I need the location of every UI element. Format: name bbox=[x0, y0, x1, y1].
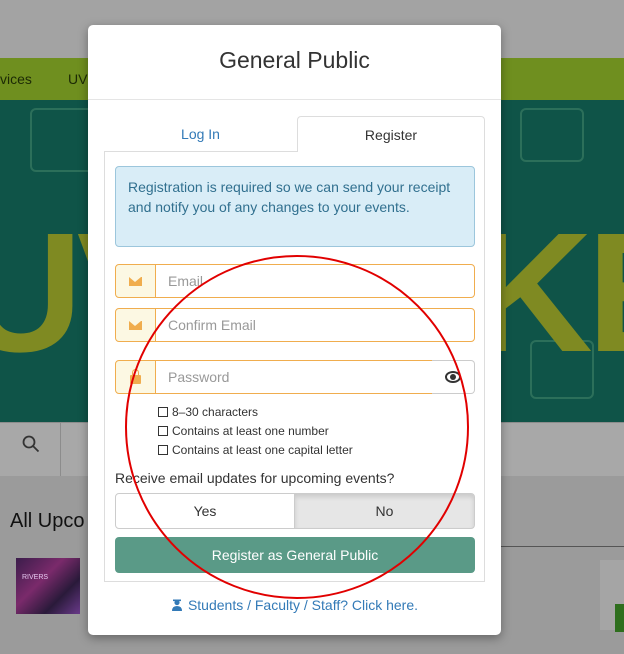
nav-item-services[interactable]: vices bbox=[0, 71, 32, 87]
event-action-button[interactable] bbox=[615, 604, 624, 632]
students-faculty-staff-link[interactable]: Students / Faculty / Staff? Click here. bbox=[188, 597, 418, 613]
registration-info-alert: Registration is required so we can send … bbox=[115, 166, 475, 247]
list-title: All Upco bbox=[10, 510, 85, 532]
email-input[interactable] bbox=[155, 264, 475, 298]
confirm-email-input[interactable] bbox=[155, 308, 475, 342]
checkbox-icon bbox=[158, 444, 168, 455]
password-rule: Contains at least one number bbox=[158, 421, 353, 440]
envelope-icon bbox=[115, 308, 156, 342]
students-link-row: Students / Faculty / Staff? Click here. bbox=[88, 597, 501, 613]
tab-register[interactable]: Register bbox=[297, 116, 485, 152]
checkbox-icon bbox=[158, 425, 168, 436]
nav-item-uv[interactable]: UV bbox=[68, 71, 87, 87]
banner-decoration bbox=[520, 108, 584, 162]
password-rule: 8–30 characters bbox=[158, 402, 353, 421]
search-icon[interactable] bbox=[22, 435, 40, 459]
updates-yes-button[interactable]: Yes bbox=[115, 493, 295, 529]
confirm-email-field-group bbox=[115, 308, 475, 342]
auth-tabs: Log In Register bbox=[104, 116, 485, 152]
event-thumbnail[interactable]: RIVERS bbox=[16, 558, 80, 614]
graduation-cap-icon bbox=[171, 598, 183, 611]
updates-no-button[interactable]: No bbox=[294, 493, 475, 529]
email-field-group bbox=[115, 264, 475, 298]
divider bbox=[500, 546, 624, 547]
modal-title: General Public bbox=[219, 47, 370, 73]
email-updates-label: Receive email updates for upcoming event… bbox=[115, 470, 395, 486]
lock-icon bbox=[115, 360, 156, 394]
registration-modal: General Public Log In Register Registrat… bbox=[88, 25, 501, 635]
tab-log-in[interactable]: Log In bbox=[104, 116, 297, 152]
password-rule: Contains at least one capital letter bbox=[158, 440, 353, 459]
checkbox-icon bbox=[158, 406, 168, 417]
password-rules: 8–30 characters Contains at least one nu… bbox=[158, 402, 353, 459]
show-password-button[interactable] bbox=[432, 360, 475, 394]
register-button[interactable]: Register as General Public bbox=[115, 537, 475, 573]
modal-header: General Public bbox=[88, 25, 501, 100]
eye-icon bbox=[445, 371, 461, 383]
email-updates-toggle: Yes No bbox=[115, 493, 475, 529]
envelope-icon bbox=[115, 264, 156, 298]
password-field-group bbox=[115, 360, 475, 394]
search-divider bbox=[60, 423, 61, 477]
password-input[interactable] bbox=[155, 360, 433, 394]
